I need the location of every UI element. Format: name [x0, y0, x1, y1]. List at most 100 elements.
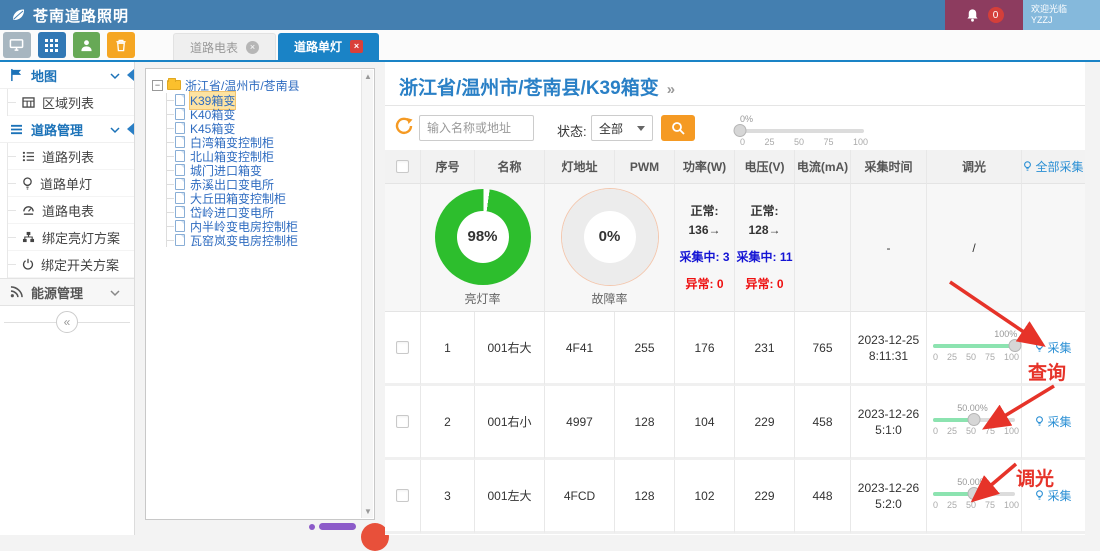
master-dim-slider[interactable]: 0% 0255075100	[740, 114, 864, 148]
sidebar-item-label: 道路列表	[42, 147, 94, 166]
collect-button[interactable]: 采集	[1035, 487, 1071, 504]
dim-slider[interactable]: 100% 0255075100	[933, 329, 1015, 367]
search-button[interactable]	[661, 115, 695, 141]
cell-collect-time: 2023-12-26 5:2:0	[851, 460, 927, 534]
notification-area[interactable]: 0	[945, 0, 1023, 30]
chevron-down-icon	[110, 68, 120, 83]
collapse-expander-icon[interactable]: −	[152, 80, 163, 91]
tab-road-meter[interactable]: 道路电表 ×	[173, 33, 276, 60]
select-all-checkbox[interactable]	[396, 160, 409, 173]
col-collect-time: 采集时间	[851, 150, 927, 184]
lightbulb-icon	[22, 177, 33, 190]
slider-ticks: 0255075100	[933, 426, 1019, 436]
cell-power: 176	[675, 312, 735, 386]
user-info[interactable]: 欢迎光临 YZZJ	[1023, 0, 1100, 30]
sidebar-item-road-lamp[interactable]: 道路单灯	[8, 170, 134, 197]
apps-button[interactable]	[38, 32, 66, 58]
sidebar-item-map[interactable]: 地图	[0, 62, 134, 89]
fault-rate-label: 故障率	[591, 290, 627, 307]
collect-button[interactable]: 采集	[1035, 339, 1071, 356]
dim-slider[interactable]: 50.00% 0255075100	[933, 477, 1015, 515]
breadcrumb-arrow[interactable]: »	[667, 81, 675, 98]
collect-button[interactable]: 采集	[1035, 413, 1071, 430]
summary-row: 98% 亮灯率 0% 故障率 正常: 136→ 采集中: 3 异常: 0	[385, 184, 1085, 312]
status-select[interactable]: 全部	[591, 115, 653, 141]
notification-badge: 0	[988, 7, 1004, 23]
trash-button[interactable]	[107, 32, 135, 58]
slider-track[interactable]	[933, 344, 1015, 348]
scroll-up-icon[interactable]: ▲	[362, 72, 374, 81]
brand: 苍南道路照明	[0, 5, 129, 26]
tree-node[interactable]: 瓦窑岚变电房控制柜	[167, 233, 360, 247]
app-header: 苍南道路照明 0 欢迎光临 YZZJ	[0, 0, 1100, 30]
lightbulb-icon	[1035, 342, 1044, 353]
search-input[interactable]	[419, 115, 534, 141]
folder-icon	[167, 80, 181, 90]
bell-icon[interactable]	[965, 8, 980, 23]
sidebar-item-road-list[interactable]: 道路列表	[8, 143, 134, 170]
flag-icon	[10, 68, 23, 82]
fault-rate-donut: 0%	[562, 189, 658, 285]
file-icon	[175, 136, 185, 148]
row-checkbox[interactable]	[396, 489, 409, 502]
device-tree-panel: − 浙江省/温州市/苍南县 K39箱变 K40箱变 K45箱变 白湾箱变控制柜 …	[145, 68, 375, 520]
cell-voltage: 231	[735, 312, 795, 386]
page: 苍南道路照明 0 欢迎光临 YZZJ	[0, 0, 1100, 535]
file-icon	[175, 122, 185, 134]
slider-handle[interactable]	[968, 413, 981, 426]
sidebar-item-road-meter[interactable]: 道路电表	[8, 197, 134, 224]
cell-name: 001右小	[475, 386, 545, 460]
tab-close-icon[interactable]: ×	[350, 40, 363, 53]
sidebar-item-energy-mgmt[interactable]: 能源管理	[0, 278, 134, 306]
col-current: 电流(mA)	[795, 150, 851, 184]
sidebar-item-label: 绑定亮灯方案	[42, 228, 120, 247]
table-row: 1 001右大 4F41 255 176 231 765 2023-12-25 …	[385, 312, 1085, 386]
slider-track[interactable]	[740, 129, 864, 133]
tab-close-icon[interactable]: ×	[246, 41, 259, 54]
tree-root-node[interactable]: − 浙江省/温州市/苍南县	[152, 77, 360, 93]
dim-slider[interactable]: 50.00% 0255075100	[933, 403, 1015, 441]
slider-track[interactable]	[933, 418, 1015, 422]
sidebar-item-region-list[interactable]: 区域列表	[8, 89, 134, 116]
cell-collect-time: 2023-12-26 5:1:0	[851, 386, 927, 460]
col-name: 名称	[475, 150, 545, 184]
col-address: 灯地址	[545, 150, 615, 184]
collapse-button[interactable]: «	[56, 311, 78, 333]
leaf-icon	[10, 7, 26, 23]
row-checkbox[interactable]	[396, 415, 409, 428]
row-checkbox[interactable]	[396, 341, 409, 354]
tab-road-lamp[interactable]: 道路单灯 ×	[278, 33, 379, 60]
cell-voltage: 229	[735, 386, 795, 460]
sidebar-item-label: 地图	[31, 66, 57, 85]
collect-all-button[interactable]: 全部采集	[1023, 158, 1083, 175]
active-section-marker	[127, 69, 134, 81]
refresh-icon[interactable]	[395, 117, 413, 135]
fault-rate-value: 0%	[599, 228, 621, 245]
tree-children: K39箱变 K40箱变 K45箱变 白湾箱变控制柜 北山箱变控制柜 城门进口箱变…	[166, 93, 360, 247]
slider-value-label: 0%	[740, 114, 753, 124]
user-button[interactable]	[73, 32, 101, 58]
slider-track[interactable]	[933, 492, 1015, 496]
cell-pwm: 255	[615, 312, 675, 386]
divider	[385, 105, 1085, 106]
chevron-down-icon	[110, 122, 120, 137]
light-rate-donut: 98%	[435, 189, 531, 285]
mini-toolbar	[0, 30, 135, 60]
slider-handle[interactable]	[734, 124, 747, 137]
scroll-down-icon[interactable]: ▼	[362, 507, 374, 516]
tab-label: 道路电表	[190, 39, 238, 56]
sidebar-item-bind-light-plan[interactable]: 绑定亮灯方案	[8, 224, 134, 251]
slider-handle[interactable]	[1009, 339, 1022, 352]
sidebar-item-road-mgmt[interactable]: 道路管理	[0, 116, 134, 143]
welcome-text: 欢迎光临	[1031, 4, 1100, 15]
tree-scrollbar[interactable]: ▲ ▼	[361, 70, 373, 518]
slider-handle[interactable]	[968, 487, 981, 500]
sidebar-item-bind-switch-plan[interactable]: 绑定开关方案	[8, 251, 134, 278]
table-header-row: 序号 名称 灯地址 PWM 功率(W) 电压(V) 电流(mA) 采集时间 调光…	[385, 150, 1085, 184]
chevron-down-icon	[110, 285, 120, 300]
cell-action: 采集	[1022, 386, 1085, 460]
slider-ticks: 0255075100	[933, 352, 1019, 362]
sidebar-item-label: 道路电表	[42, 201, 94, 220]
cell-power: 102	[675, 460, 735, 534]
desktop-button[interactable]	[3, 32, 31, 58]
